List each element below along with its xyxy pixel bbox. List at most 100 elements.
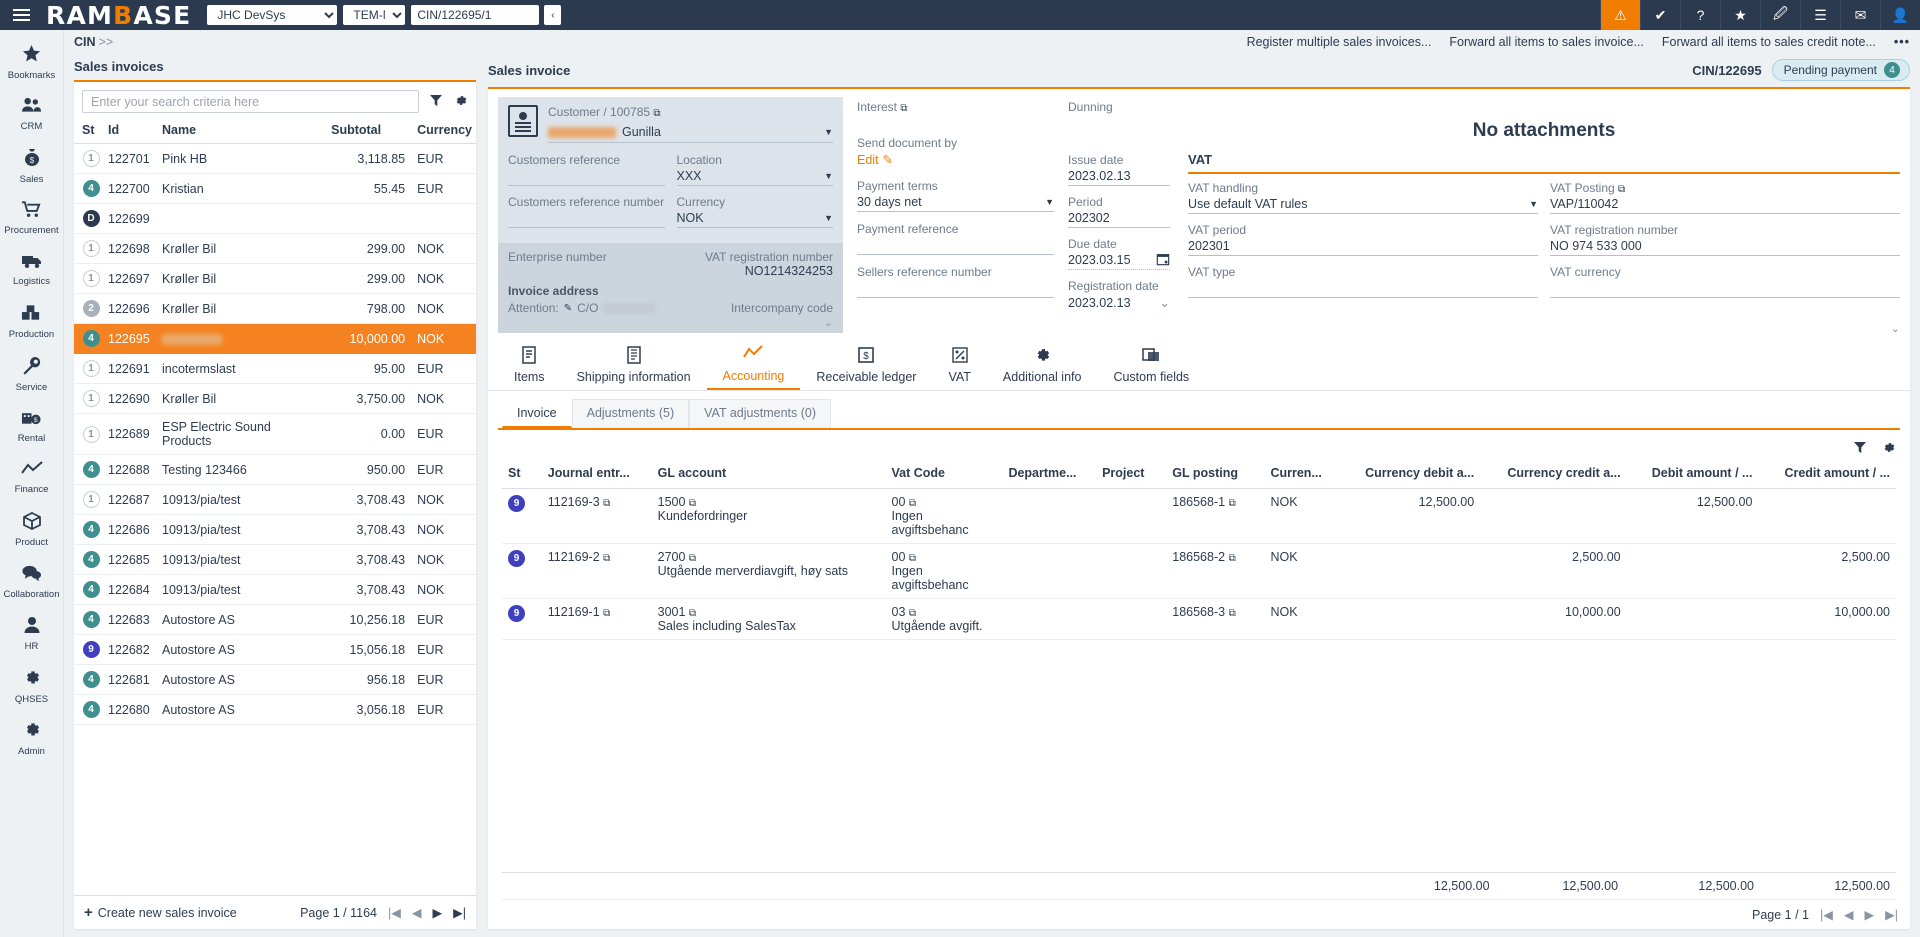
table-row[interactable]: 4 122686 10913/pia/test 3,708.43 NOK bbox=[74, 514, 476, 545]
edit-link[interactable]: Edit bbox=[857, 153, 879, 167]
search-input[interactable] bbox=[82, 90, 419, 113]
accounting-column-10[interactable]: Debit amount / ... bbox=[1626, 460, 1759, 489]
external-link-icon[interactable]: ⧉ bbox=[909, 553, 916, 564]
edit-icon[interactable]: ✎ bbox=[564, 303, 572, 314]
issue-date-field[interactable]: Issue date 2023.02.13 bbox=[1068, 153, 1170, 186]
sidebar-item-qhses[interactable]: QHSES bbox=[0, 660, 63, 712]
vat-type-field[interactable]: VAT type bbox=[1188, 265, 1538, 298]
sidebar-item-sales[interactable]: $ Sales bbox=[0, 140, 63, 192]
payment-reference-field[interactable]: Payment reference bbox=[857, 222, 1054, 255]
next-page-icon[interactable]: ▶ bbox=[1865, 907, 1875, 922]
accounting-column-3[interactable]: Vat Code bbox=[885, 460, 1003, 489]
tab-vat[interactable]: VAT bbox=[932, 339, 986, 390]
subtab-vat-adjustments-0-[interactable]: VAT adjustments (0) bbox=[689, 399, 831, 428]
location-field[interactable]: Location XXX ▼ bbox=[676, 153, 833, 186]
accounting-column-2[interactable]: GL account bbox=[651, 460, 886, 489]
payment-terms-field[interactable]: Payment terms 30 days net ▼ bbox=[857, 179, 1054, 212]
more-actions-icon[interactable]: ••• bbox=[1894, 35, 1910, 49]
chevron-down-icon[interactable]: ▼ bbox=[824, 127, 833, 137]
tab-shipping-information[interactable]: Shipping information bbox=[561, 339, 707, 390]
external-link-icon[interactable]: ⧉ bbox=[603, 498, 610, 509]
breadcrumb-root[interactable]: CIN bbox=[74, 35, 96, 49]
dates-collapse-icon[interactable]: ⌄ bbox=[1160, 295, 1170, 310]
prev-page-icon[interactable]: ◀ bbox=[412, 905, 422, 920]
gear-icon[interactable] bbox=[1881, 440, 1896, 458]
forward-to-invoice-link[interactable]: Forward all items to sales invoice... bbox=[1449, 35, 1644, 49]
accounting-column-9[interactable]: Currency credit a... bbox=[1480, 460, 1627, 489]
table-row[interactable]: 9 112169-1 ⧉ 3001 ⧉ Sales including SalesTa… bbox=[502, 598, 1896, 640]
period-field[interactable]: Period 202302 bbox=[1068, 195, 1170, 228]
help-icon[interactable]: ? bbox=[1680, 0, 1720, 30]
vat-currency-field[interactable]: VAT currency bbox=[1550, 265, 1900, 298]
sidebar-item-admin[interactable]: Admin bbox=[0, 712, 63, 764]
sidebar-item-collaboration[interactable]: Collaboration bbox=[0, 556, 63, 608]
mail-icon[interactable]: ✉ bbox=[1840, 0, 1880, 30]
register-multiple-link[interactable]: Register multiple sales invoices... bbox=[1247, 35, 1432, 49]
chevron-down-icon[interactable]: ▼ bbox=[1045, 197, 1054, 207]
external-link-icon[interactable]: ⧉ bbox=[909, 608, 916, 619]
status-badge[interactable]: Pending payment 4 bbox=[1771, 59, 1910, 81]
tab-custom-fields[interactable]: Custom fields bbox=[1097, 339, 1205, 390]
table-row[interactable]: 4 122695 10,000.00 NOK bbox=[74, 323, 476, 354]
sellers-reference-number-field[interactable]: Sellers reference number bbox=[857, 265, 1054, 298]
table-row[interactable]: 1 122689 ESP Electric Sound Products 0.00 EU… bbox=[74, 413, 476, 455]
tasklist-icon[interactable]: ☰ bbox=[1800, 0, 1840, 30]
table-row[interactable]: 4 122683 Autostore AS 10,256.18 EUR bbox=[74, 604, 476, 635]
sidebar-item-crm[interactable]: CRM bbox=[0, 88, 63, 140]
pencil-icon[interactable]: ✎ bbox=[883, 152, 893, 167]
sidebar-item-hr[interactable]: HR bbox=[0, 608, 63, 660]
currency-field[interactable]: Currency NOK ▼ bbox=[676, 195, 833, 228]
table-row[interactable]: 4 122680 Autostore AS 3,056.18 EUR bbox=[74, 694, 476, 725]
customer-label[interactable]: Customer / 100785 bbox=[548, 105, 650, 119]
first-page-icon[interactable]: |◀ bbox=[1820, 907, 1833, 922]
external-link-icon[interactable]: ⧉ bbox=[900, 103, 907, 114]
table-row[interactable]: 1 122691 incotermslast 95.00 EUR bbox=[74, 353, 476, 384]
sidebar-item-product[interactable]: Product bbox=[0, 504, 63, 556]
customers-reference-field[interactable]: Customers reference bbox=[508, 153, 665, 186]
vat-period-field[interactable]: VAT period 202301 bbox=[1188, 223, 1538, 256]
forward-to-credit-note-link[interactable]: Forward all items to sales credit note..… bbox=[1662, 35, 1876, 49]
accounting-column-7[interactable]: Curren... bbox=[1264, 460, 1339, 489]
table-row[interactable]: 9 112169-2 ⧉ 2700 ⧉ Utgående merverdiavgift… bbox=[502, 543, 1896, 599]
registration-date-field[interactable]: Registration date 2023.02.13 ⌄ bbox=[1068, 279, 1170, 312]
prev-page-icon[interactable]: ◀ bbox=[1844, 907, 1854, 922]
sidebar-item-logistics[interactable]: Logistics bbox=[0, 244, 63, 296]
sidebar-item-service[interactable]: Service bbox=[0, 348, 63, 400]
accounting-column-4[interactable]: Departme... bbox=[1002, 460, 1097, 489]
table-row[interactable]: 1 122698 Krøller Bil 299.00 NOK bbox=[74, 233, 476, 264]
tab-receivable-ledger[interactable]: $ Receivable ledger bbox=[800, 339, 932, 390]
filter-icon[interactable] bbox=[429, 93, 443, 110]
customer-name-field[interactable]: Gunilla ▼ bbox=[548, 122, 833, 143]
gear-icon[interactable] bbox=[453, 93, 468, 111]
send-document-by-field[interactable]: Send document by Edit ✎ bbox=[857, 136, 1054, 169]
first-page-icon[interactable]: |◀ bbox=[388, 905, 401, 920]
company-selector[interactable]: JHC DevSys bbox=[207, 5, 338, 25]
chevron-down-icon[interactable]: ▼ bbox=[824, 171, 833, 181]
table-row[interactable]: 1 122690 Krøller Bil 3,750.00 NOK bbox=[74, 383, 476, 414]
column-header-id[interactable]: Id bbox=[104, 119, 158, 144]
approval-icon[interactable]: ✔ bbox=[1640, 0, 1680, 30]
attachment-icon[interactable]: 🖉 bbox=[1760, 0, 1800, 30]
column-header-name[interactable]: Name bbox=[158, 119, 328, 144]
tab-accounting[interactable]: Accounting bbox=[706, 339, 801, 390]
tab-additional-info[interactable]: Additional info bbox=[987, 339, 1098, 390]
user-icon[interactable]: 👤 bbox=[1880, 0, 1920, 30]
interest-field[interactable]: Interest ⧉ bbox=[857, 100, 1054, 114]
last-page-icon[interactable]: ▶| bbox=[453, 905, 466, 920]
accounting-column-11[interactable]: Credit amount / ... bbox=[1758, 460, 1896, 489]
menu-icon[interactable] bbox=[0, 0, 42, 30]
customer-block-collapse-icon[interactable]: ⌄ bbox=[508, 316, 833, 329]
collapse-icon[interactable]: ‹ bbox=[544, 5, 562, 25]
external-link-icon[interactable]: ⧉ bbox=[689, 608, 696, 619]
vat-handling-field[interactable]: VAT handling Use default VAT rules ▼ bbox=[1188, 181, 1538, 214]
document-reference-input[interactable] bbox=[411, 5, 540, 25]
vat-collapse-icon[interactable]: ⌄ bbox=[1891, 322, 1900, 335]
accounting-column-1[interactable]: Journal entr... bbox=[541, 460, 652, 489]
chevron-down-icon[interactable]: ▼ bbox=[1529, 199, 1538, 209]
template-selector[interactable]: TEM-NO bbox=[343, 5, 406, 25]
column-header-subtotal[interactable]: Subtotal bbox=[327, 119, 410, 144]
vat-posting-field[interactable]: VAT Posting ⧉ VAP/110042 bbox=[1550, 181, 1900, 214]
subtab-adjustments-5-[interactable]: Adjustments (5) bbox=[571, 399, 690, 428]
sidebar-item-finance[interactable]: Finance bbox=[0, 452, 63, 504]
accounting-column-6[interactable]: GL posting bbox=[1166, 460, 1265, 489]
